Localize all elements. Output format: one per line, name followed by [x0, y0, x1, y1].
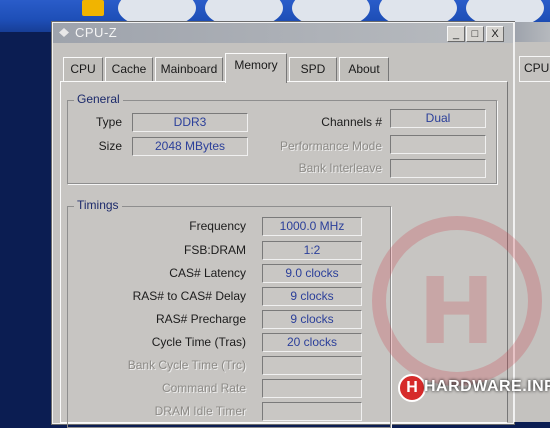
timings-group: Timings Frequency 1000.0 MHz FSB:DRAM 1:… [67, 198, 391, 428]
tab-mainboard[interactable]: Mainboard [155, 57, 223, 82]
performance-mode-label: Performance Mode [279, 139, 382, 153]
timings-legend: Timings [74, 198, 122, 212]
desktop-folder-icon[interactable] [82, 0, 104, 16]
type-value: DDR3 [132, 113, 248, 132]
timing-label: Command Rate [161, 381, 246, 395]
watermark-h-icon: H [418, 258, 495, 365]
tab-about[interactable]: About [339, 57, 389, 82]
timing-label: Bank Cycle Time (Trc) [127, 358, 246, 372]
minimize-button[interactable]: _ [447, 26, 465, 42]
hardware-info-logo: H HARDWARE.INFO [398, 374, 550, 402]
fsb-dram-value: 1:2 [262, 241, 362, 260]
app-icon [59, 28, 69, 37]
cycle-time-value: 20 clocks [262, 333, 362, 352]
general-legend: General [74, 92, 123, 106]
logo-badge-icon: H [398, 374, 426, 402]
title-bar[interactable]: CPU-Z _ □ X [53, 23, 513, 43]
general-group: General Type DDR3 Size 2048 MBytes Chann… [67, 92, 497, 184]
tab-cache[interactable]: Cache [105, 57, 153, 82]
command-rate-value [262, 379, 362, 398]
tab-memory[interactable]: Memory [225, 53, 287, 83]
size-label: Size [98, 139, 122, 153]
cas-latency-value: 9.0 clocks [262, 264, 362, 283]
maximize-button[interactable]: □ [466, 26, 484, 42]
bank-cycle-time-value [262, 356, 362, 375]
window-title: CPU-Z [75, 25, 118, 40]
timing-label: CAS# Latency [169, 266, 246, 280]
bank-interleave-label: Bank Interleave [298, 161, 382, 175]
timing-label: Frequency [189, 219, 246, 233]
second-cpuz-window: CPU [514, 22, 550, 422]
timing-label: FSB:DRAM [183, 243, 246, 257]
channels-label: Channels # [321, 115, 382, 129]
tab-spd[interactable]: SPD [289, 57, 337, 82]
timing-label: Cycle Time (Tras) [151, 335, 246, 349]
ras-precharge-value: 9 clocks [262, 310, 362, 329]
logo-text: HARDWARE.INFO [424, 378, 550, 395]
second-tab-cpu[interactable]: CPU [519, 56, 550, 82]
timing-label: RAS# Precharge [155, 312, 246, 326]
frequency-value: 1000.0 MHz [262, 217, 362, 236]
ras-to-cas-value: 9 clocks [262, 287, 362, 306]
timing-label: RAS# to CAS# Delay [132, 289, 246, 303]
type-label: Type [95, 115, 122, 129]
timing-label: DRAM Idle Timer [154, 404, 246, 418]
performance-mode-value [390, 135, 486, 154]
bank-interleave-value [390, 159, 486, 178]
close-button[interactable]: X [486, 26, 504, 42]
size-value: 2048 MBytes [132, 137, 248, 156]
tab-cpu[interactable]: CPU [63, 57, 103, 82]
second-title-bar[interactable] [515, 22, 550, 42]
channels-value: Dual [390, 109, 486, 128]
